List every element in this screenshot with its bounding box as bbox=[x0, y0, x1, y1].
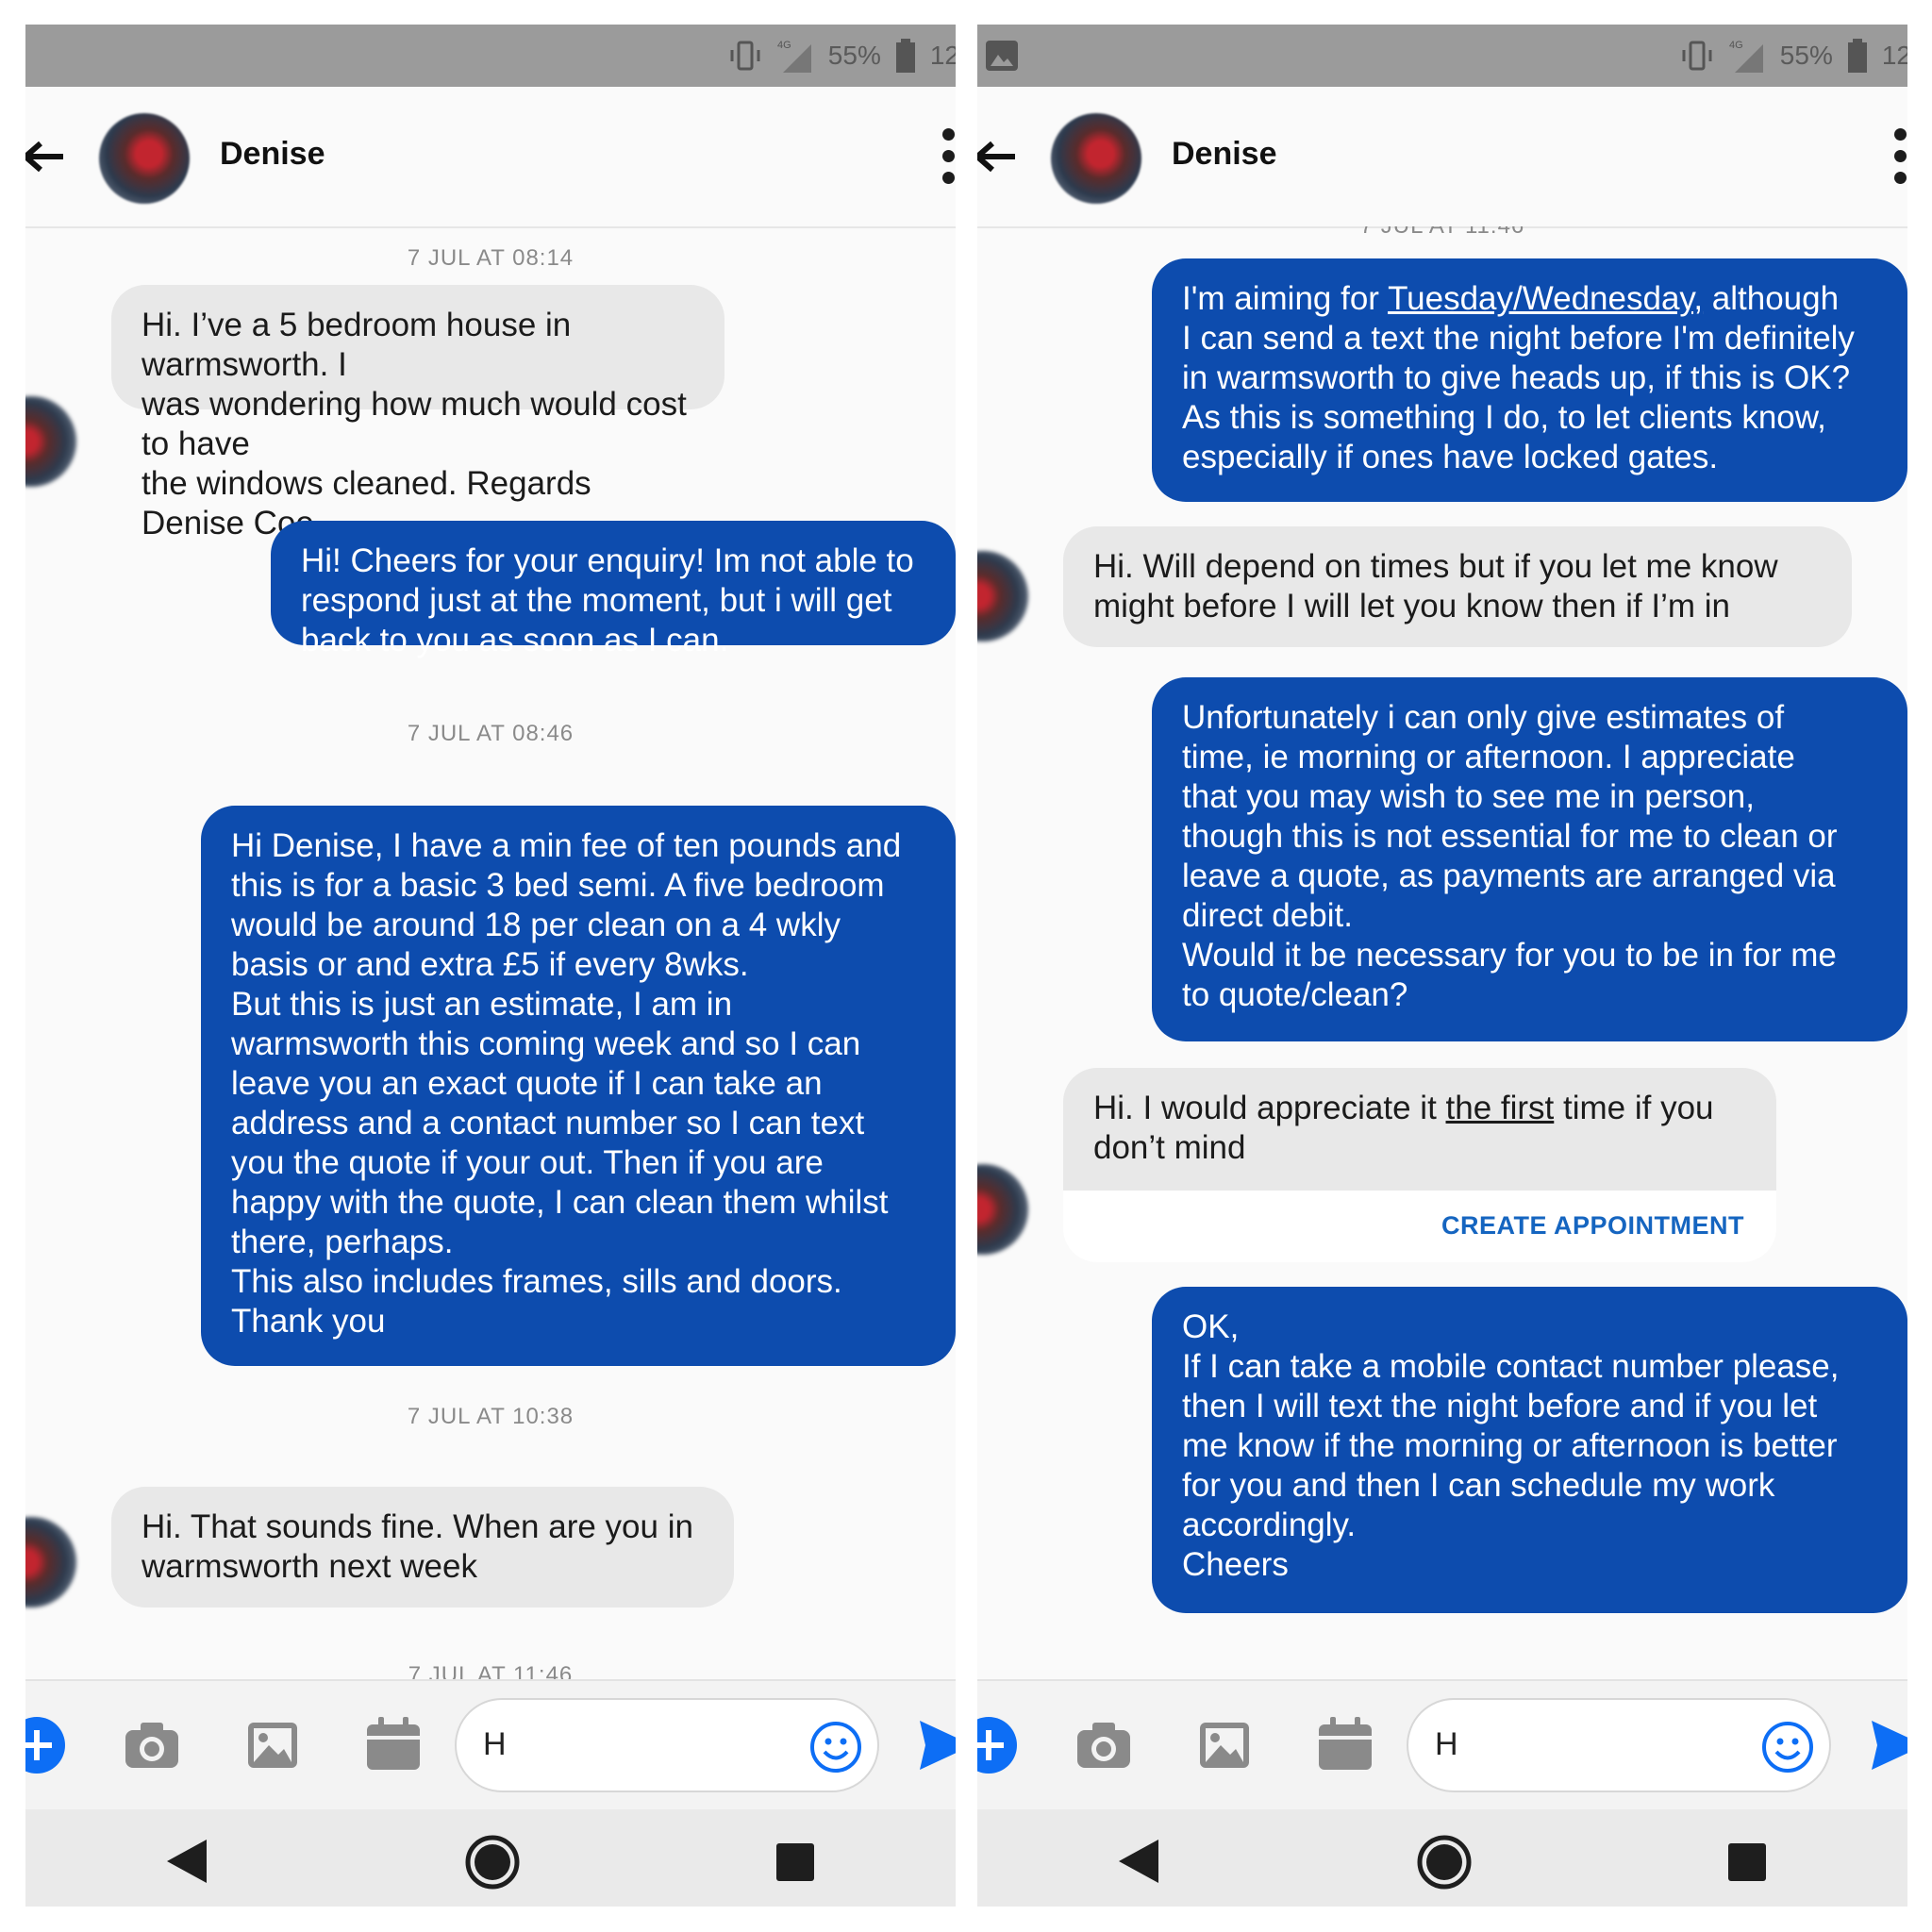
outgoing-message[interactable]: I'm aiming for Tuesday/Wednesday, althou… bbox=[1152, 258, 1907, 502]
sender-avatar bbox=[977, 551, 1028, 641]
date-link[interactable]: Tuesday/Wednesday, bbox=[1388, 280, 1703, 317]
clock: 12 bbox=[1881, 41, 1907, 70]
nav-recents-icon[interactable] bbox=[1728, 1843, 1766, 1881]
message-text: Hi. I would appreciate it bbox=[1093, 1090, 1446, 1126]
gallery-notification-icon bbox=[986, 41, 1018, 71]
outgoing-message[interactable]: Unfortunately i can only give estimates … bbox=[1152, 677, 1907, 1041]
incoming-message[interactable]: Hi. That sounds fine. When are you in wa… bbox=[111, 1487, 734, 1607]
image-icon[interactable] bbox=[1194, 1715, 1255, 1775]
message-list[interactable]: 7 JUL AT 11:46 I'm aiming for Tuesday/We… bbox=[977, 226, 1907, 1679]
contact-name[interactable]: Denise bbox=[1172, 136, 1277, 173]
right-screenshot: 4G 55% 12 Denise 7 JUL AT 11:46 I'm aimi… bbox=[977, 25, 1907, 1907]
more-options-icon[interactable] bbox=[1892, 128, 1907, 189]
outgoing-message[interactable]: Hi! Cheers for your enquiry! Im not able… bbox=[271, 521, 956, 658]
image-icon[interactable] bbox=[242, 1715, 303, 1775]
outgoing-message[interactable]: OK, If I can take a mobile contact numbe… bbox=[1152, 1287, 1907, 1613]
nav-back-icon[interactable] bbox=[1117, 1838, 1160, 1885]
create-appointment-button[interactable]: CREATE APPOINTMENT bbox=[1441, 1211, 1744, 1241]
contact-name[interactable]: Denise bbox=[220, 136, 325, 173]
incoming-message[interactable]: Hi. I would appreciate it the first time… bbox=[1063, 1068, 1776, 1191]
timestamp: 7 JUL AT 08:46 bbox=[407, 721, 575, 746]
smiley-icon[interactable] bbox=[809, 1721, 862, 1774]
nav-home-icon[interactable] bbox=[464, 1834, 521, 1890]
incoming-message[interactable]: Hi. Will depend on times but if you let … bbox=[1063, 526, 1852, 647]
svg-text:4G: 4G bbox=[777, 40, 791, 51]
camera-icon[interactable] bbox=[1074, 1715, 1134, 1775]
timestamp: 7 JUL AT 11:46 bbox=[977, 226, 1907, 240]
incoming-message[interactable]: Hi. I’ve a 5 bedroom house in warmsworth… bbox=[111, 285, 724, 541]
status-bar: 4G 55% 12 bbox=[25, 25, 956, 87]
contact-avatar[interactable] bbox=[99, 113, 190, 204]
sender-avatar bbox=[977, 1164, 1028, 1255]
timestamp: 7 JUL AT 08:14 bbox=[407, 245, 575, 271]
battery-icon bbox=[1847, 39, 1867, 73]
vibrate-icon bbox=[1682, 41, 1712, 71]
conversation-header: Denise bbox=[25, 87, 956, 228]
clock: 12 bbox=[929, 41, 956, 70]
battery-icon bbox=[895, 39, 915, 73]
message-input-value: H bbox=[483, 1726, 507, 1762]
signal-icon: 4G bbox=[777, 40, 811, 73]
message-input[interactable]: H bbox=[455, 1698, 879, 1792]
battery-percent: 55% bbox=[827, 41, 881, 70]
sender-avatar bbox=[25, 1517, 76, 1607]
camera-icon[interactable] bbox=[122, 1715, 182, 1775]
back-arrow-icon[interactable] bbox=[25, 138, 73, 175]
send-icon[interactable] bbox=[916, 1715, 956, 1775]
signal-icon: 4G bbox=[1729, 40, 1763, 73]
left-screenshot: 4G 55% 12 Denise 7 JUL AT 08:14 Hi. I’ve… bbox=[25, 25, 956, 1907]
calendar-icon[interactable] bbox=[363, 1715, 424, 1775]
sender-avatar bbox=[25, 396, 76, 487]
message-input-value: H bbox=[1435, 1726, 1458, 1762]
send-icon[interactable] bbox=[1868, 1715, 1907, 1775]
outgoing-message[interactable]: Hi Denise, I have a min fee of ten pound… bbox=[201, 806, 956, 1366]
message-list[interactable]: 7 JUL AT 08:14 Hi. I’ve a 5 bedroom hous… bbox=[25, 226, 956, 1679]
more-options-icon[interactable] bbox=[941, 128, 956, 189]
status-bar: 4G 55% 12 bbox=[977, 25, 1907, 87]
back-arrow-icon[interactable] bbox=[977, 138, 1024, 175]
conversation-header: Denise bbox=[977, 87, 1907, 228]
plus-circle-icon[interactable] bbox=[25, 1715, 67, 1775]
message-input[interactable]: H bbox=[1407, 1698, 1831, 1792]
system-nav-bar bbox=[25, 1809, 956, 1907]
plus-circle-icon[interactable] bbox=[977, 1715, 1019, 1775]
system-nav-bar bbox=[977, 1809, 1907, 1907]
calendar-icon[interactable] bbox=[1315, 1715, 1375, 1775]
smiley-icon[interactable] bbox=[1761, 1721, 1814, 1774]
contact-avatar[interactable] bbox=[1051, 113, 1141, 204]
message-composer: H bbox=[977, 1679, 1907, 1811]
message-text: I'm aiming for bbox=[1182, 280, 1389, 317]
battery-percent: 55% bbox=[1779, 41, 1833, 70]
nav-back-icon[interactable] bbox=[165, 1838, 208, 1885]
svg-text:4G: 4G bbox=[1729, 40, 1743, 51]
nav-recents-icon[interactable] bbox=[776, 1843, 814, 1881]
date-link[interactable]: the first bbox=[1446, 1090, 1555, 1126]
smart-reply-card: CREATE APPOINTMENT bbox=[1063, 1191, 1776, 1262]
timestamp: 7 JUL AT 10:38 bbox=[407, 1404, 575, 1429]
nav-home-icon[interactable] bbox=[1416, 1834, 1473, 1890]
message-composer: H bbox=[25, 1679, 956, 1811]
timestamp: 7 JUL AT 11:46 bbox=[408, 1662, 574, 1679]
vibrate-icon bbox=[730, 41, 760, 71]
